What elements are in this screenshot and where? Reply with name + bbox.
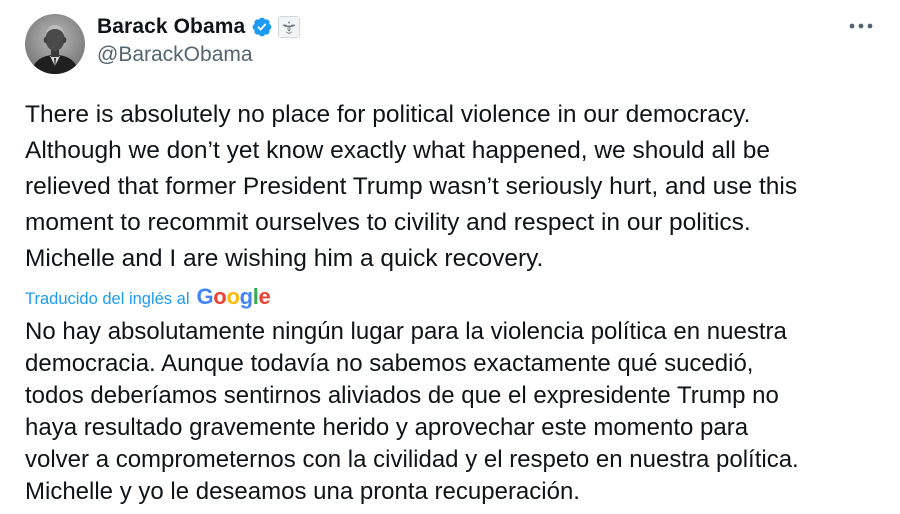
verified-badge-icon[interactable]	[251, 16, 273, 38]
government-seal-icon[interactable]	[278, 16, 301, 38]
avatar-photo	[25, 14, 85, 74]
google-logo: Google	[196, 284, 271, 309]
author-name-row: Barack Obama	[97, 12, 301, 42]
tweet-header: Barack Obama @BarackObama	[97, 12, 301, 67]
tweet-card: Barack Obama @BarackObama There is absol…	[0, 0, 900, 514]
author-display-name[interactable]: Barack Obama	[97, 15, 245, 39]
tweet-text: There is absolutely no place for politic…	[25, 101, 798, 272]
translated-tweet-text: No hay absolutamente ningún lugar para l…	[25, 318, 799, 505]
more-options-button[interactable]	[846, 16, 876, 36]
translation-label[interactable]: Traducido del inglés al	[25, 290, 189, 309]
avatar[interactable]	[25, 14, 85, 74]
more-options-icon	[849, 23, 873, 29]
translation-attribution[interactable]: Traducido del inglés al Google	[25, 284, 271, 310]
author-handle[interactable]: @BarackObama	[97, 43, 300, 67]
